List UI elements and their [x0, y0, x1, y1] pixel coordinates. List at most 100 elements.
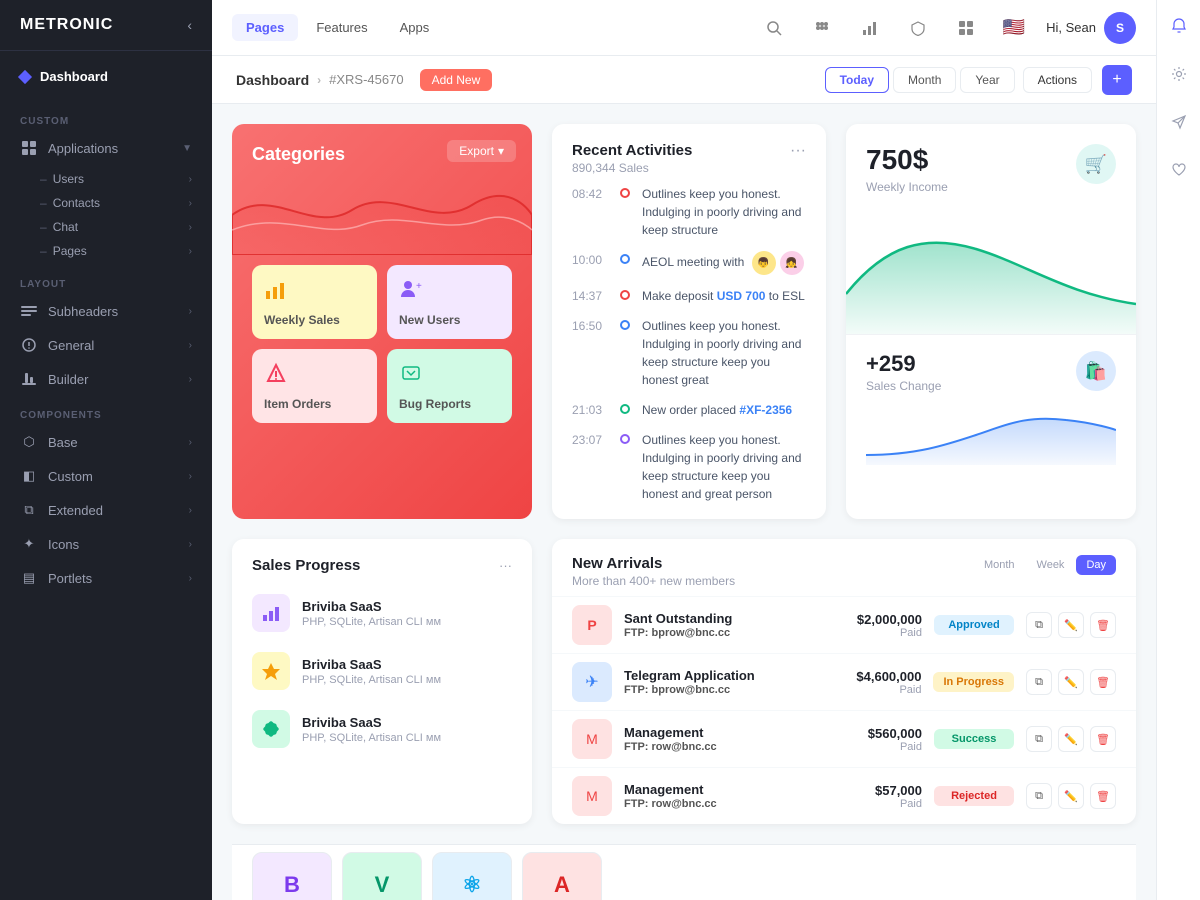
arrival-ftp-3: FTP: row@bnc.cc: [624, 741, 820, 753]
grid-icon[interactable]: [806, 12, 838, 44]
framework-react[interactable]: ⚛: [432, 852, 512, 900]
arrival-actions-4: ⧉ ✏️ 🗑: [1026, 783, 1116, 809]
search-icon[interactable]: [758, 12, 790, 44]
right-heart-icon[interactable]: [1163, 154, 1195, 186]
sidebar-item-icons[interactable]: ✦ Icons ›: [0, 527, 212, 561]
add-new-button[interactable]: Add New: [420, 69, 493, 91]
framework-bar: B V ⚛ A: [232, 844, 1136, 900]
arrivals-week-btn[interactable]: Week: [1027, 555, 1075, 575]
sidebar-item-contacts[interactable]: – Contacts ›: [40, 191, 212, 215]
sidebar-item-portlets[interactable]: ▤ Portlets ›: [0, 561, 212, 595]
arrival-copy-btn-3[interactable]: ⧉: [1026, 726, 1052, 752]
sidebar-item-extended[interactable]: ⧉ Extended ›: [0, 493, 212, 527]
sidebar-item-subheaders[interactable]: Subheaders ›: [0, 294, 212, 328]
shield-icon[interactable]: [902, 12, 934, 44]
right-send-icon[interactable]: [1163, 106, 1195, 138]
main-area: Pages Features Apps 🇺🇸 Hi, Sean: [212, 0, 1156, 900]
activity-item-5: 21:03 New order placed #XF-2356: [572, 401, 806, 419]
arrivals-day-btn[interactable]: Day: [1076, 555, 1116, 575]
arrival-paid-1: Paid: [832, 627, 922, 639]
sidebar-item-builder[interactable]: Builder ›: [0, 362, 212, 396]
layout-icon[interactable]: [950, 12, 982, 44]
flag-icon[interactable]: 🇺🇸: [998, 12, 1030, 44]
section-label-layout: LAYOUT: [0, 265, 212, 294]
main-content: Categories Export ▾: [212, 104, 1156, 900]
arrival-amount-2: $4,600,000 Paid: [831, 669, 921, 696]
arrivals-month-btn[interactable]: Month: [974, 555, 1025, 575]
arrival-delete-btn-2[interactable]: 🗑: [1090, 669, 1116, 695]
arrival-copy-btn-2[interactable]: ⧉: [1026, 669, 1052, 695]
period-year-button[interactable]: Year: [960, 67, 1014, 93]
period-month-button[interactable]: Month: [893, 67, 956, 93]
category-tile-bug-reports[interactable]: Bug Reports: [387, 349, 512, 423]
sales-progress-more-icon[interactable]: ···: [499, 558, 512, 573]
progress-sub-1: PHP, SQLite, Artisan CLI мм: [302, 616, 512, 628]
tab-features[interactable]: Features: [302, 14, 381, 41]
tab-pages[interactable]: Pages: [232, 14, 298, 41]
order-link[interactable]: #XF-2356: [739, 403, 792, 417]
sidebar-item-users[interactable]: – Users ›: [40, 167, 212, 191]
activities-more-icon[interactable]: ···: [790, 142, 806, 160]
framework-angular[interactable]: A: [522, 852, 602, 900]
sidebar-item-base[interactable]: ⬡ Base ›: [0, 425, 212, 459]
arrival-logo-2: ✈: [572, 662, 612, 702]
sidebar-collapse-btn[interactable]: ‹: [187, 17, 192, 33]
breadcrumb-separator: ›: [317, 73, 321, 87]
period-today-button[interactable]: Today: [825, 67, 889, 93]
sidebar-item-pages[interactable]: – Pages ›: [40, 239, 212, 263]
right-bell-icon[interactable]: [1163, 10, 1195, 42]
arrival-copy-btn-1[interactable]: ⧉: [1026, 612, 1052, 638]
user-avatar[interactable]: S: [1104, 12, 1136, 44]
ftp-value-3: row@bnc.cc: [652, 741, 717, 753]
arrival-edit-btn-2[interactable]: ✏️: [1058, 669, 1084, 695]
arrival-delete-btn-3[interactable]: 🗑: [1090, 726, 1116, 752]
sidebar-item-chat[interactable]: – Chat ›: [40, 215, 212, 239]
sidebar-item-custom[interactable]: ◧ Custom ›: [0, 459, 212, 493]
portlets-icon: ▤: [20, 569, 38, 587]
categories-grid: Weekly Sales + New Users Item Orders: [252, 265, 512, 423]
activity-text-3: Make deposit USD 700 to ESL: [642, 287, 806, 305]
arrival-actions-1: ⧉ ✏️ 🗑: [1026, 612, 1116, 638]
framework-bootstrap[interactable]: B: [252, 852, 332, 900]
actions-button[interactable]: Actions: [1023, 67, 1092, 93]
deposit-link[interactable]: USD 700: [717, 289, 766, 303]
arrival-actions-2: ⧉ ✏️ 🗑: [1026, 669, 1116, 695]
sidebar-dashboard-item[interactable]: Dashboard: [20, 61, 192, 92]
chart-icon[interactable]: [854, 12, 886, 44]
users-chevron-icon: ›: [189, 174, 192, 185]
activity-item-3: 14:37 Make deposit USD 700 to ESL: [572, 287, 806, 305]
arrival-delete-btn-4[interactable]: 🗑: [1090, 783, 1116, 809]
right-settings-icon[interactable]: [1163, 58, 1195, 90]
category-tile-new-users[interactable]: + New Users: [387, 265, 512, 339]
export-button[interactable]: Export ▾: [447, 140, 516, 162]
progress-thumb-3: [252, 710, 290, 748]
framework-vue[interactable]: V: [342, 852, 422, 900]
content-row-2: Sales Progress ··· Briviba SaaS PHP, SQL…: [232, 539, 1136, 824]
arrival-edit-btn-3[interactable]: ✏️: [1058, 726, 1084, 752]
arrival-copy-btn-4[interactable]: ⧉: [1026, 783, 1052, 809]
contacts-dash-icon: –: [40, 196, 47, 210]
sidebar-item-general[interactable]: General ›: [0, 328, 212, 362]
activity-time-4: 16:50: [572, 317, 608, 333]
arrival-name-3: Management: [624, 725, 820, 740]
category-tile-weekly-sales[interactable]: Weekly Sales: [252, 265, 377, 339]
item-orders-label: Item Orders: [264, 397, 331, 411]
user-info[interactable]: Hi, Sean S: [1046, 12, 1136, 44]
activity-dot-5: [620, 404, 630, 414]
category-tile-item-orders[interactable]: Item Orders: [252, 349, 377, 423]
ftp-value-4: row@bnc.cc: [652, 798, 717, 810]
subheaders-icon: [20, 302, 38, 320]
sales-change-section: +259 Sales Change 🛍️: [846, 335, 1136, 485]
arrival-delete-btn-1[interactable]: 🗑: [1090, 612, 1116, 638]
tab-apps[interactable]: Apps: [386, 14, 444, 41]
arrival-edit-btn-1[interactable]: ✏️: [1058, 612, 1084, 638]
users-dash-icon: –: [40, 172, 47, 186]
sales-progress-header: Sales Progress ···: [232, 539, 532, 584]
sales-progress-card: Sales Progress ··· Briviba SaaS PHP, SQL…: [232, 539, 532, 824]
arrivals-subtitle: More than 400+ new members: [572, 574, 735, 588]
arrivals-header: New Arrivals More than 400+ new members …: [552, 539, 1136, 596]
sidebar-item-applications[interactable]: Applications ▼: [0, 131, 212, 165]
arrival-edit-btn-4[interactable]: ✏️: [1058, 783, 1084, 809]
subheader-plus-button[interactable]: +: [1102, 65, 1132, 95]
income-card: 750$ Weekly Income 🛒: [846, 124, 1136, 519]
